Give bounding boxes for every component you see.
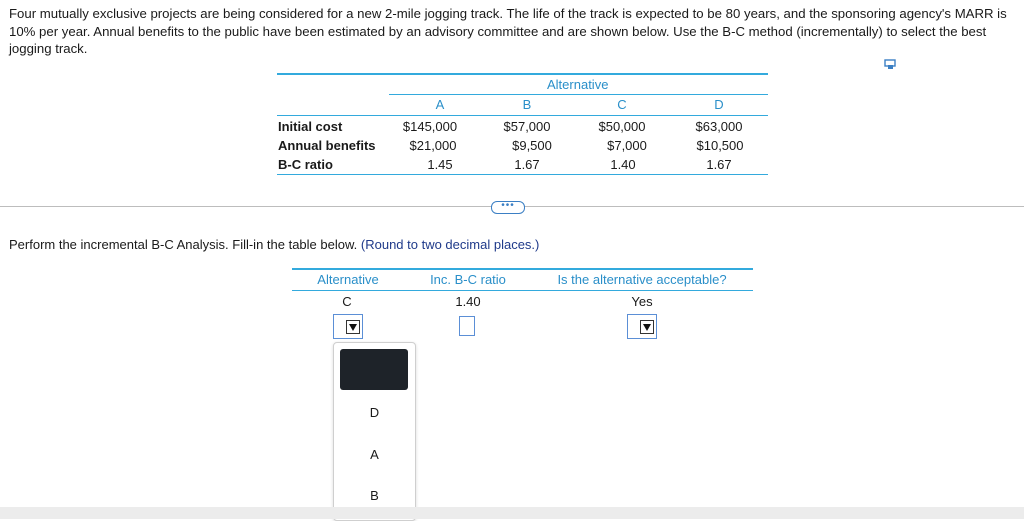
answer-inc-bc-ratio-first: 1.40: [455, 294, 481, 309]
inc-bc-ratio-input[interactable]: [459, 316, 475, 336]
instruction-note: (Round to two decimal places.): [360, 237, 540, 252]
dropdown-option-b[interactable]: B: [334, 488, 415, 503]
cell-initial-cost-c: $50,000: [598, 119, 646, 134]
cell-initial-cost-d: $63,000: [695, 119, 743, 134]
column-header-c: C: [617, 97, 627, 112]
row-label-annual-benefits: Annual benefits: [278, 138, 376, 153]
cell-bc-ratio-d: 1.67: [706, 157, 732, 172]
cell-initial-cost-b: $57,000: [503, 119, 551, 134]
cell-annual-benefits-c: $7,000: [607, 138, 647, 153]
answer-header-inc-bc-ratio: Inc. B-C ratio: [430, 272, 506, 287]
copy-icon[interactable]: [884, 59, 898, 71]
answer-alternative-first: C: [342, 294, 352, 309]
dropdown-option-blank-selected[interactable]: [340, 349, 408, 390]
dropdown-option-d[interactable]: D: [334, 405, 415, 420]
column-header-d: D: [714, 97, 724, 112]
cell-annual-benefits-a: $21,000: [409, 138, 457, 153]
answer-acceptable-first: Yes: [631, 294, 653, 309]
triangle-down-icon: [349, 324, 357, 331]
acceptable-dropdown[interactable]: [627, 314, 657, 339]
answer-header-alternative: Alternative: [317, 272, 379, 287]
instruction: Perform the incremental B-C Analysis. Fi…: [9, 237, 539, 252]
column-header-b: B: [522, 97, 532, 112]
cell-annual-benefits-b: $9,500: [512, 138, 552, 153]
problem-statement: Four mutually exclusive projects are bei…: [9, 6, 1007, 56]
triangle-down-icon: [643, 324, 651, 331]
cell-annual-benefits-d: $10,500: [696, 138, 744, 153]
row-label-initial-cost: Initial cost: [278, 119, 343, 134]
expand-more-button[interactable]: •••: [491, 201, 525, 214]
alternative-dropdown-menu: D A B: [333, 342, 416, 521]
column-header-a: A: [435, 97, 445, 112]
cell-initial-cost-a: $145,000: [402, 119, 458, 134]
alternative-group-header: Alternative: [547, 77, 609, 92]
alternative-dropdown[interactable]: [333, 314, 363, 339]
instruction-text: Perform the incremental B-C Analysis. Fi…: [9, 237, 358, 252]
dropdown-option-a[interactable]: A: [334, 447, 415, 462]
bottom-toolbar: [0, 507, 1024, 519]
cell-bc-ratio-b: 1.67: [514, 157, 540, 172]
answer-header-acceptable: Is the alternative acceptable?: [557, 272, 727, 287]
row-label-bc-ratio: B-C ratio: [278, 157, 333, 172]
cell-bc-ratio-a: 1.45: [427, 157, 453, 172]
cell-bc-ratio-c: 1.40: [610, 157, 636, 172]
